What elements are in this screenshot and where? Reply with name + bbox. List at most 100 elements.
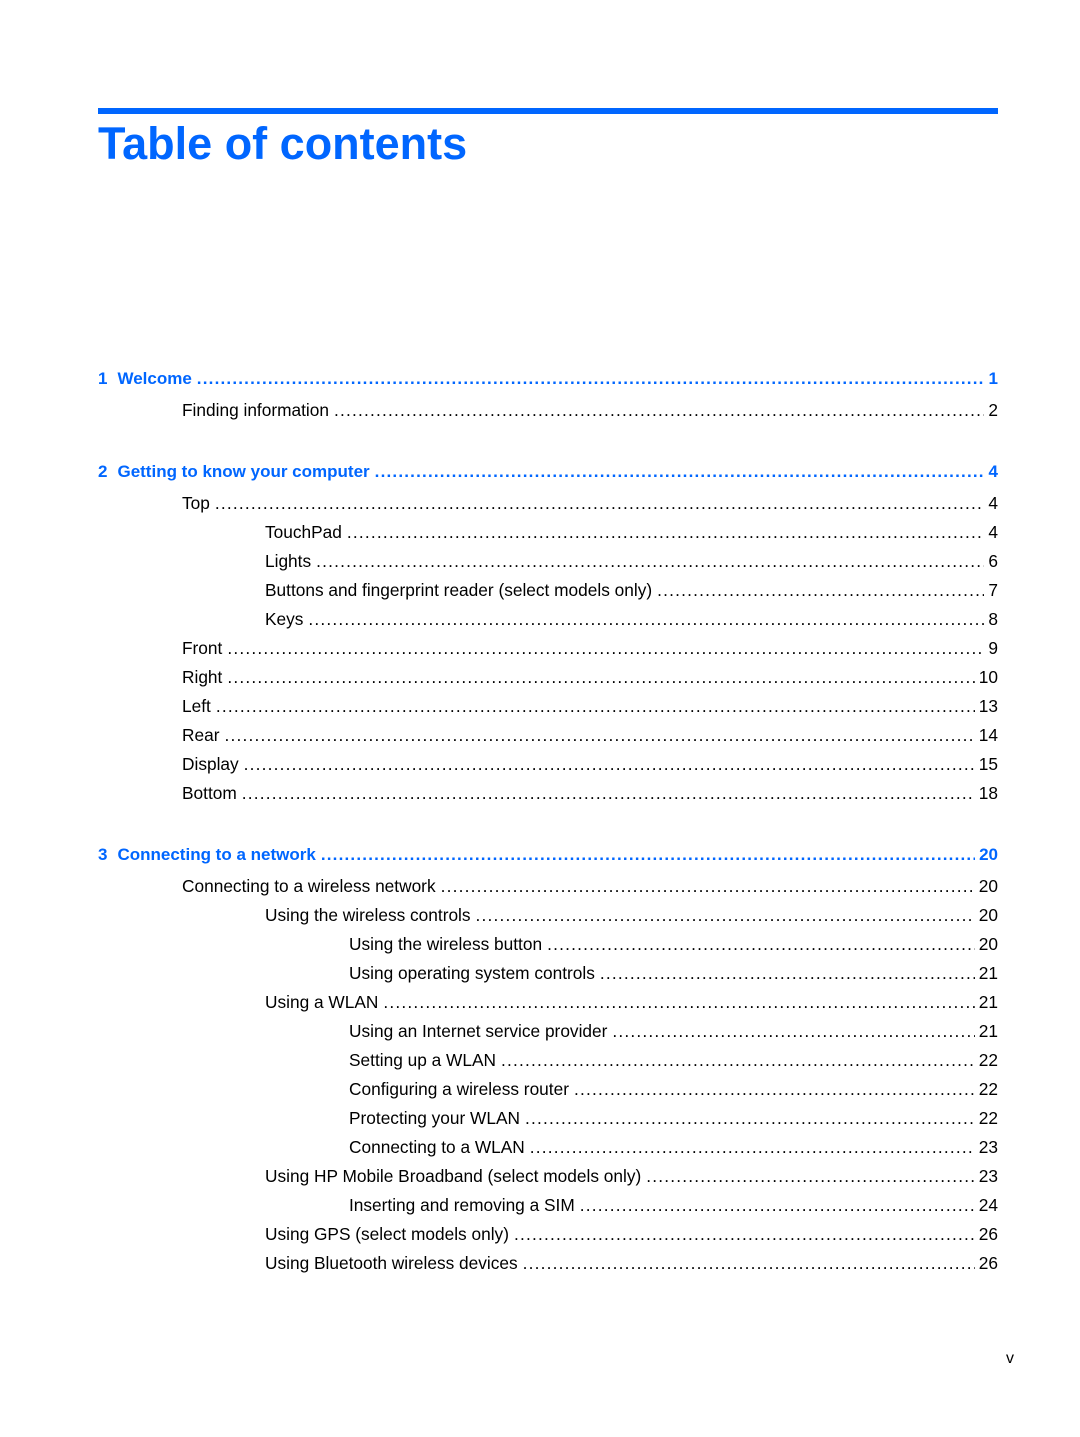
dot-leader bbox=[383, 992, 974, 1013]
entry-label: Using the wireless button bbox=[349, 934, 543, 954]
toc-entry-title: Setting up a WLAN bbox=[349, 1050, 501, 1071]
dot-leader bbox=[216, 696, 975, 717]
toc-chapter-entry[interactable]: 2 Getting to know your computer 4 bbox=[98, 462, 998, 491]
toc-entry-title: Using operating system controls bbox=[349, 963, 600, 984]
entry-page-number: 22 bbox=[978, 1079, 998, 1099]
toc-entry[interactable]: Setting up a WLAN 22 bbox=[349, 1050, 998, 1079]
toc-entry-title: 1 Welcome bbox=[98, 369, 197, 389]
entry-label: Getting to know your computer bbox=[117, 462, 370, 481]
entry-label: Using a WLAN bbox=[265, 992, 379, 1012]
entry-page-number: 14 bbox=[978, 725, 998, 745]
entry-page-number: 20 bbox=[979, 845, 998, 864]
toc-entry-title: Buttons and fingerprint reader (select m… bbox=[265, 580, 657, 601]
entry-page-number: 21 bbox=[978, 963, 998, 983]
toc-entry[interactable]: Using GPS (select models only) 26 bbox=[265, 1224, 998, 1253]
toc-entry[interactable]: Using a WLAN 21 bbox=[265, 992, 998, 1021]
entry-label: Configuring a wireless router bbox=[349, 1079, 569, 1099]
entry-label: Display bbox=[182, 754, 239, 774]
title-rule bbox=[98, 108, 998, 114]
entry-label: Rear bbox=[182, 725, 220, 745]
toc-entry[interactable]: Finding information 2 bbox=[182, 400, 998, 429]
entry-label: Using GPS (select models only) bbox=[265, 1224, 509, 1244]
toc-entry-title: Inserting and removing a SIM bbox=[349, 1195, 580, 1216]
toc-entry-title: 2 Getting to know your computer bbox=[98, 462, 375, 482]
entry-page-number: 8 bbox=[988, 609, 998, 629]
entry-label: Using HP Mobile Broadband (select models… bbox=[265, 1166, 642, 1186]
dot-leader bbox=[574, 1079, 975, 1100]
entry-page-number: 20 bbox=[978, 905, 998, 925]
toc-entry[interactable]: Display 15 bbox=[182, 754, 998, 783]
entry-label: Left bbox=[182, 696, 211, 716]
toc-entry[interactable]: Using an Internet service provider 21 bbox=[349, 1021, 998, 1050]
chapter-number: 2 bbox=[98, 462, 108, 481]
toc-entry[interactable]: Left 13 bbox=[182, 696, 998, 725]
toc-entry[interactable]: Using HP Mobile Broadband (select models… bbox=[265, 1166, 998, 1195]
dot-leader bbox=[375, 462, 985, 482]
entry-label: Using the wireless controls bbox=[265, 905, 471, 925]
dot-leader bbox=[646, 1166, 975, 1187]
toc-entry-title: Rear bbox=[182, 725, 224, 746]
dot-leader bbox=[525, 1108, 975, 1129]
toc-entry[interactable]: Right 10 bbox=[182, 667, 998, 696]
entry-page-number: 1 bbox=[988, 369, 998, 388]
toc-entry-title: Bottom bbox=[182, 783, 242, 804]
toc-entry[interactable]: Using operating system controls 21 bbox=[349, 963, 998, 992]
entry-page-number: 6 bbox=[988, 551, 998, 571]
toc-entry[interactable]: Lights 6 bbox=[265, 551, 998, 580]
toc-entry-title: Lights bbox=[265, 551, 316, 572]
dot-leader bbox=[321, 845, 975, 865]
toc-entry[interactable]: Front 9 bbox=[182, 638, 998, 667]
page-number: v bbox=[1006, 1350, 1014, 1367]
dot-leader bbox=[316, 551, 984, 572]
entry-page-number: 20 bbox=[978, 934, 998, 954]
toc-entry[interactable]: Bottom 18 bbox=[182, 783, 998, 812]
toc-entry-title: Using GPS (select models only) bbox=[265, 1224, 514, 1245]
dot-leader bbox=[224, 725, 974, 746]
entry-label: Using an Internet service provider bbox=[349, 1021, 608, 1041]
toc-entry[interactable]: Protecting your WLAN 22 bbox=[349, 1108, 998, 1137]
entry-page-number: 15 bbox=[978, 754, 998, 774]
toc-chapter-entry[interactable]: 1 Welcome 1 bbox=[98, 369, 998, 398]
toc-entry[interactable]: Configuring a wireless router 22 bbox=[349, 1079, 998, 1108]
toc-entry-title: Using an Internet service provider bbox=[349, 1021, 612, 1042]
dot-leader bbox=[308, 609, 984, 630]
toc-chapter-entry[interactable]: 3 Connecting to a network 20 bbox=[98, 845, 998, 874]
dot-leader bbox=[530, 1137, 975, 1158]
entry-page-number: 22 bbox=[978, 1108, 998, 1128]
entry-page-number: 26 bbox=[978, 1224, 998, 1244]
entry-page-number: 2 bbox=[988, 400, 998, 420]
dot-leader bbox=[227, 667, 974, 688]
entry-label: Keys bbox=[265, 609, 304, 629]
toc-entry-title: Connecting to a wireless network bbox=[182, 876, 441, 897]
entry-label: Welcome bbox=[117, 369, 192, 388]
dot-leader bbox=[227, 638, 984, 659]
toc-entry-title: Finding information bbox=[182, 400, 334, 421]
toc-entry-title: Using Bluetooth wireless devices bbox=[265, 1253, 523, 1274]
toc-entry[interactable]: TouchPad 4 bbox=[265, 522, 998, 551]
toc-entry[interactable]: Connecting to a WLAN 23 bbox=[349, 1137, 998, 1166]
dot-leader bbox=[580, 1195, 975, 1216]
entry-label: Using operating system controls bbox=[349, 963, 595, 983]
page-title: Table of contents bbox=[98, 118, 468, 169]
entry-page-number: 13 bbox=[978, 696, 998, 716]
toc-entry[interactable]: Buttons and fingerprint reader (select m… bbox=[265, 580, 998, 609]
toc-entry-title: Display bbox=[182, 754, 244, 775]
toc-entry[interactable]: Connecting to a wireless network 20 bbox=[182, 876, 998, 905]
entry-label: Protecting your WLAN bbox=[349, 1108, 520, 1128]
entry-label: Front bbox=[182, 638, 223, 658]
toc-entry[interactable]: Using the wireless controls 20 bbox=[265, 905, 998, 934]
toc-entry[interactable]: Keys 8 bbox=[265, 609, 998, 638]
toc-entry[interactable]: Top 4 bbox=[182, 493, 998, 522]
entry-label: Finding information bbox=[182, 400, 329, 420]
toc-entry-title: Using HP Mobile Broadband (select models… bbox=[265, 1166, 646, 1187]
toc-entry[interactable]: Inserting and removing a SIM 24 bbox=[349, 1195, 998, 1224]
entry-page-number: 7 bbox=[988, 580, 998, 600]
entry-page-number: 26 bbox=[978, 1253, 998, 1273]
toc-entry[interactable]: Rear 14 bbox=[182, 725, 998, 754]
entry-label: Connecting to a WLAN bbox=[349, 1137, 525, 1157]
toc-entry[interactable]: Using Bluetooth wireless devices 26 bbox=[265, 1253, 998, 1282]
entry-label: Lights bbox=[265, 551, 312, 571]
entry-label: Right bbox=[182, 667, 223, 687]
toc-entry[interactable]: Using the wireless button 20 bbox=[349, 934, 998, 963]
toc-entry-title: Right bbox=[182, 667, 227, 688]
